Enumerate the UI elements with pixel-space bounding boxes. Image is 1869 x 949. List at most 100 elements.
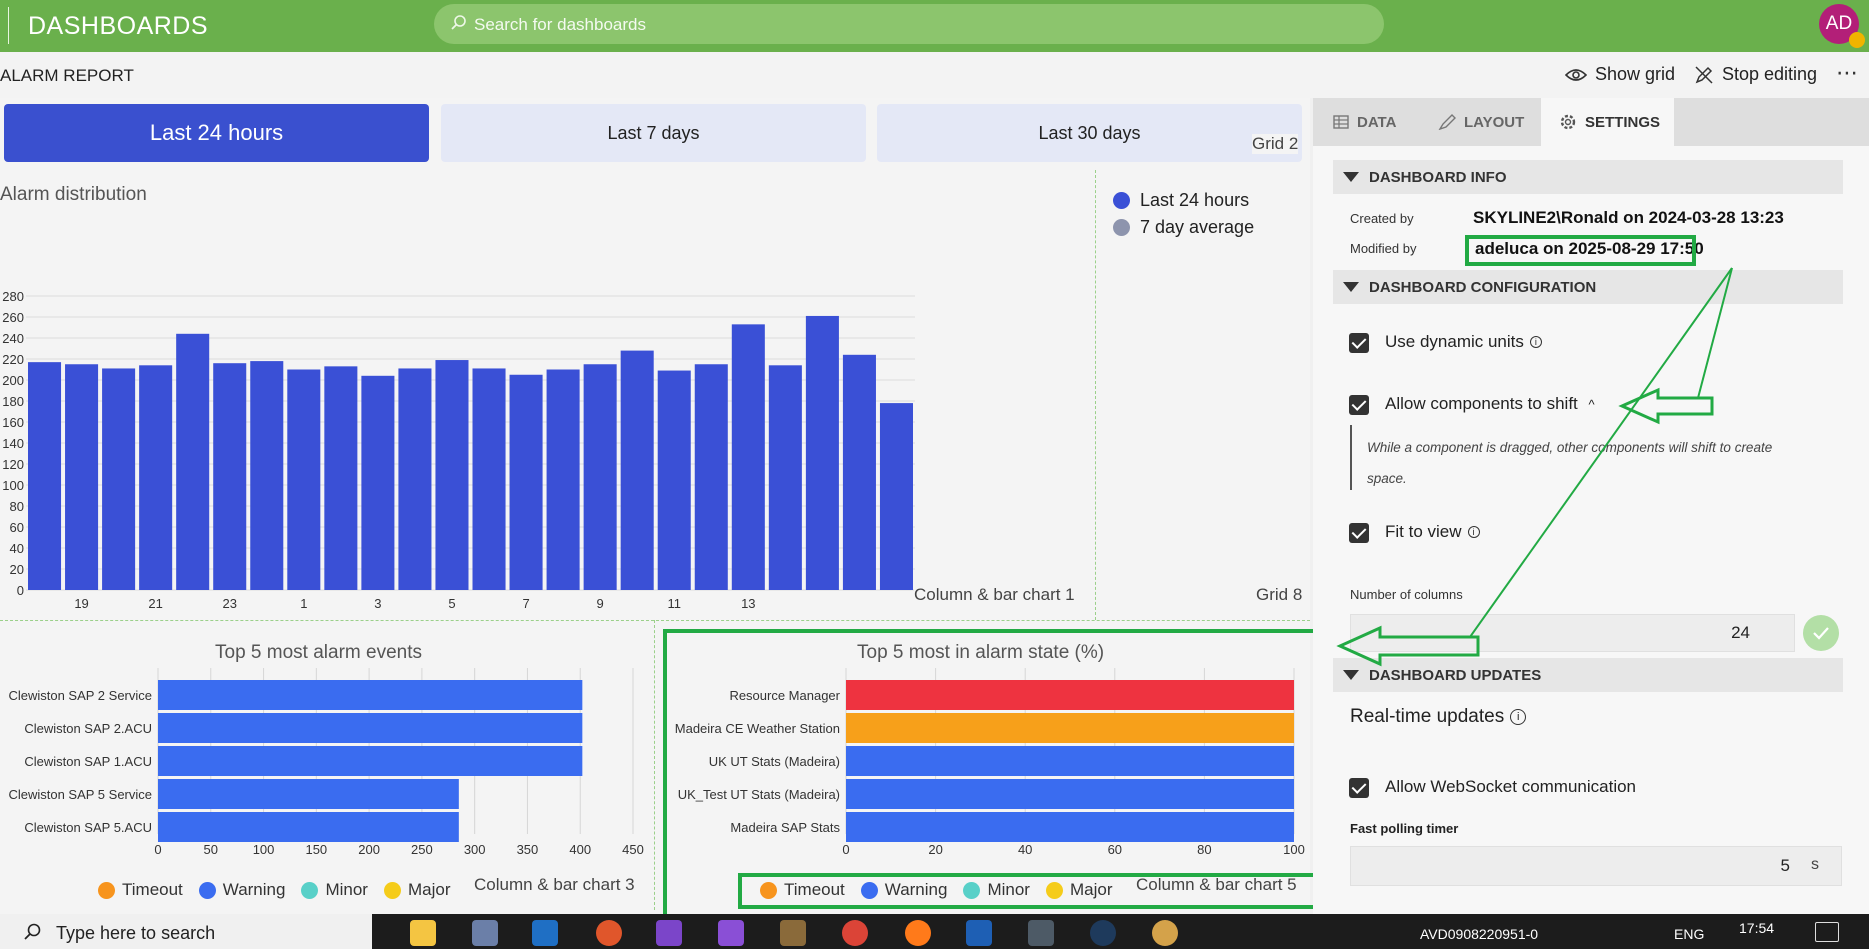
x-tick-label: 350 <box>517 842 539 857</box>
legend-swatch <box>1113 192 1130 209</box>
legend-swatch <box>301 881 319 899</box>
section-dashboard-info[interactable]: DASHBOARD INFO <box>1333 160 1843 194</box>
chevron-up-icon[interactable]: ^ <box>1589 397 1595 412</box>
search-input[interactable]: Search for dashboards <box>434 4 1384 44</box>
x-tick-label: 5 <box>448 596 455 608</box>
report-bar: ALARM REPORT Show grid Stop editing ⋯ <box>0 52 1869 98</box>
allow-shift-description: While a component is dragged, other comp… <box>1367 440 1773 486</box>
legend-item[interactable]: Timeout <box>98 880 183 900</box>
y-tick-label: 140 <box>2 436 24 451</box>
tab-layout[interactable]: LAYOUT <box>1438 98 1538 146</box>
columns-input[interactable]: 24 <box>1350 614 1795 652</box>
created-by-value: SKYLINE2\Ronald on 2024-03-28 13:23 <box>1473 208 1784 227</box>
info-icon[interactable]: i <box>1510 709 1527 725</box>
bar <box>139 365 173 590</box>
y-tick-label: 180 <box>2 394 24 409</box>
show-grid-button[interactable]: Show grid <box>1565 64 1675 85</box>
paint-icon[interactable] <box>1152 920 1178 946</box>
info-icon[interactable]: i <box>1529 336 1542 348</box>
settings-panel: DATA LAYOUT SETTINGS DASHBOARD INFO Crea… <box>1313 98 1869 914</box>
host-name: AVD0908220951-0 <box>1420 926 1539 942</box>
use-dynamic-units-label: Use dynamic units i <box>1385 332 1542 352</box>
more-options-button[interactable]: ⋯ <box>1836 60 1858 86</box>
legend-item[interactable]: Warning <box>198 880 285 900</box>
fit-to-view-label: Fit to view i <box>1385 522 1480 542</box>
bar <box>158 779 459 809</box>
firefox-icon[interactable] <box>905 920 931 946</box>
allow-shift-checkbox[interactable] <box>1349 395 1369 415</box>
info-icon[interactable]: i <box>1467 526 1480 538</box>
avatar-initials: AD <box>1825 13 1853 34</box>
y-tick-label: 0 <box>17 583 24 598</box>
x-tick-label: 400 <box>569 842 591 857</box>
use-dynamic-units-checkbox[interactable] <box>1349 333 1369 353</box>
section-dashboard-configuration[interactable]: DASHBOARD CONFIGURATION <box>1333 270 1843 304</box>
legend-swatch <box>98 881 115 899</box>
minecraft-icon[interactable] <box>780 920 806 946</box>
visual-studio-icon[interactable] <box>656 920 682 946</box>
stop-editing-button[interactable]: Stop editing <box>1694 64 1817 85</box>
realtime-updates-title: Real-time updates i <box>1350 706 1527 728</box>
x-tick-label: 50 <box>204 842 218 857</box>
fast-polling-label: Fast polling timer <box>1350 821 1459 836</box>
bar <box>28 362 62 590</box>
mremoteng-icon[interactable] <box>1028 920 1054 946</box>
description-rule <box>1350 425 1352 490</box>
y-tick-label: 200 <box>2 373 24 388</box>
bar <box>361 375 395 590</box>
confirm-columns-button[interactable] <box>1803 615 1839 651</box>
created-by-label: Created by <box>1350 211 1414 226</box>
legend-item-7-day-average[interactable]: 7 day average <box>1113 217 1254 238</box>
visio-icon[interactable] <box>532 920 558 946</box>
sync-icon <box>1849 32 1865 48</box>
top5-events-chart[interactable]: 0 50 100 150 200 250 300 350 400 450 Clewiston SAP… <box>0 668 654 868</box>
category-label: Clewiston SAP 2 Service <box>8 688 152 703</box>
grid-guide <box>0 620 1310 621</box>
dashboard-canvas: Last 24 hours Last 7 days Last 30 days Gri… <box>0 98 1331 920</box>
y-tick-label: 80 <box>10 499 24 514</box>
postman-icon[interactable] <box>596 920 622 946</box>
app-title[interactable]: DASHBOARDS <box>28 12 208 41</box>
alarm-distribution-chart[interactable]: 0 20 40 60 80 100 120 140 160 180 200 220 240 260 280 1… <box>0 208 1095 608</box>
x-tick-label: 19 <box>74 596 88 608</box>
y-tick-label: 40 <box>10 541 24 556</box>
legend-item[interactable]: Minor <box>301 880 368 900</box>
allow-websocket-label: Allow WebSocket communication <box>1385 777 1637 796</box>
chrome-icon[interactable] <box>842 920 868 946</box>
time-range-tab[interactable]: Last 30 days <box>877 104 1302 162</box>
category-label: Clewiston SAP 2.ACU <box>24 721 152 736</box>
bar <box>583 364 617 590</box>
language-indicator[interactable]: ENG <box>1674 926 1704 942</box>
fast-polling-input[interactable]: 5 s <box>1350 846 1842 886</box>
tab-settings[interactable]: SETTINGS <box>1541 98 1674 146</box>
collapse-triangle-icon <box>1343 282 1359 292</box>
time-range-tab[interactable]: Last 7 days <box>441 104 866 162</box>
powershell-icon[interactable] <box>966 920 992 946</box>
x-tick-label: 300 <box>464 842 486 857</box>
fast-polling-unit: s <box>1811 856 1819 873</box>
fit-to-view-checkbox[interactable] <box>1349 523 1369 543</box>
taskbar-search-input[interactable]: Type here to search <box>0 914 372 949</box>
collapse-triangle-icon <box>1343 172 1359 182</box>
legend-item[interactable]: Major <box>383 880 450 900</box>
y-tick-label: 280 <box>2 289 24 304</box>
visual-studio-icon[interactable] <box>718 920 744 946</box>
y-tick-label: 20 <box>10 562 24 577</box>
photos-icon[interactable] <box>472 920 498 946</box>
section-dashboard-updates[interactable]: DASHBOARD UPDATES <box>1333 658 1843 692</box>
bar <box>324 366 358 590</box>
notification-icon[interactable] <box>1815 922 1839 942</box>
grid-label-2: Grid 2 <box>1252 134 1299 154</box>
time-range-tab[interactable]: Last 24 hours <box>4 104 429 162</box>
collapse-triangle-icon <box>1343 670 1359 680</box>
allow-websocket-checkbox[interactable] <box>1349 778 1369 798</box>
tab-data[interactable]: DATA <box>1333 98 1423 146</box>
avatar[interactable]: AD <box>1819 4 1865 48</box>
legend-item-last-24-hours[interactable]: Last 24 hours <box>1113 190 1249 211</box>
component-label-chart1: Column & bar chart 1 <box>914 585 1075 605</box>
dataminer-icon[interactable] <box>1090 920 1116 946</box>
y-tick-label: 100 <box>2 478 24 493</box>
x-tick-label: 21 <box>148 596 162 608</box>
file-explorer-icon[interactable] <box>410 920 436 946</box>
clock-time[interactable]: 17:54 <box>1739 920 1774 936</box>
